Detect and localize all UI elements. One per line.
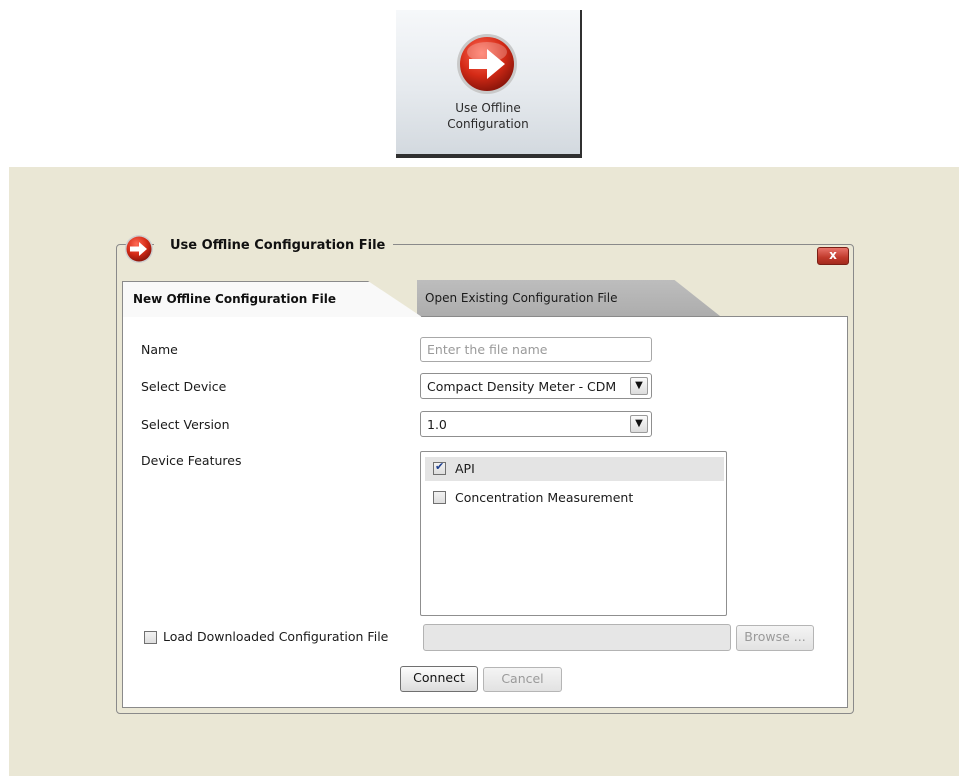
close-icon: x bbox=[829, 248, 837, 262]
device-features-list[interactable]: API Concentration Measurement bbox=[420, 451, 727, 616]
chevron-down-icon[interactable]: ▼ bbox=[630, 415, 648, 433]
load-downloaded-checkbox[interactable] bbox=[144, 631, 157, 644]
feature-concentration-label: Concentration Measurement bbox=[455, 490, 634, 505]
feature-item-concentration[interactable]: Concentration Measurement bbox=[425, 486, 724, 510]
feature-api-checkbox[interactable] bbox=[433, 460, 446, 475]
tile-label-line1: Use Offline bbox=[455, 101, 521, 115]
close-button[interactable]: x bbox=[817, 247, 849, 265]
tile-label-line2: Configuration bbox=[447, 117, 529, 131]
cancel-button[interactable]: Cancel bbox=[483, 667, 562, 692]
version-select[interactable]: 1.0 ▼ bbox=[420, 411, 652, 437]
version-select-value: 1.0 bbox=[427, 417, 447, 432]
chevron-down-icon[interactable]: ▼ bbox=[630, 377, 648, 395]
feature-api-label: API bbox=[455, 461, 475, 476]
load-downloaded-label: Load Downloaded Configuration File bbox=[163, 629, 389, 644]
dialog-title: Use Offline Configuration File bbox=[154, 236, 394, 256]
device-features-label: Device Features bbox=[141, 453, 242, 468]
select-version-label: Select Version bbox=[141, 417, 230, 432]
tab-open-existing[interactable]: Open Existing Configuration File bbox=[417, 280, 720, 316]
tile-label: Use Offline Configuration bbox=[396, 100, 580, 132]
arrow-right-icon bbox=[457, 34, 517, 94]
device-select-value: Compact Density Meter - CDM bbox=[427, 379, 617, 394]
feature-item-api[interactable]: API bbox=[425, 457, 724, 481]
feature-concentration-checkbox[interactable] bbox=[433, 491, 446, 504]
config-file-path-field[interactable] bbox=[423, 624, 731, 651]
name-label: Name bbox=[141, 342, 178, 357]
name-input[interactable] bbox=[420, 337, 652, 362]
use-offline-configuration-tile[interactable]: Use Offline Configuration bbox=[396, 10, 582, 158]
device-select[interactable]: Compact Density Meter - CDM ▼ bbox=[420, 373, 652, 399]
arrow-right-icon bbox=[125, 235, 153, 263]
select-device-label: Select Device bbox=[141, 379, 227, 394]
browse-button[interactable]: Browse ... bbox=[736, 625, 814, 651]
connect-button[interactable]: Connect bbox=[400, 666, 478, 692]
